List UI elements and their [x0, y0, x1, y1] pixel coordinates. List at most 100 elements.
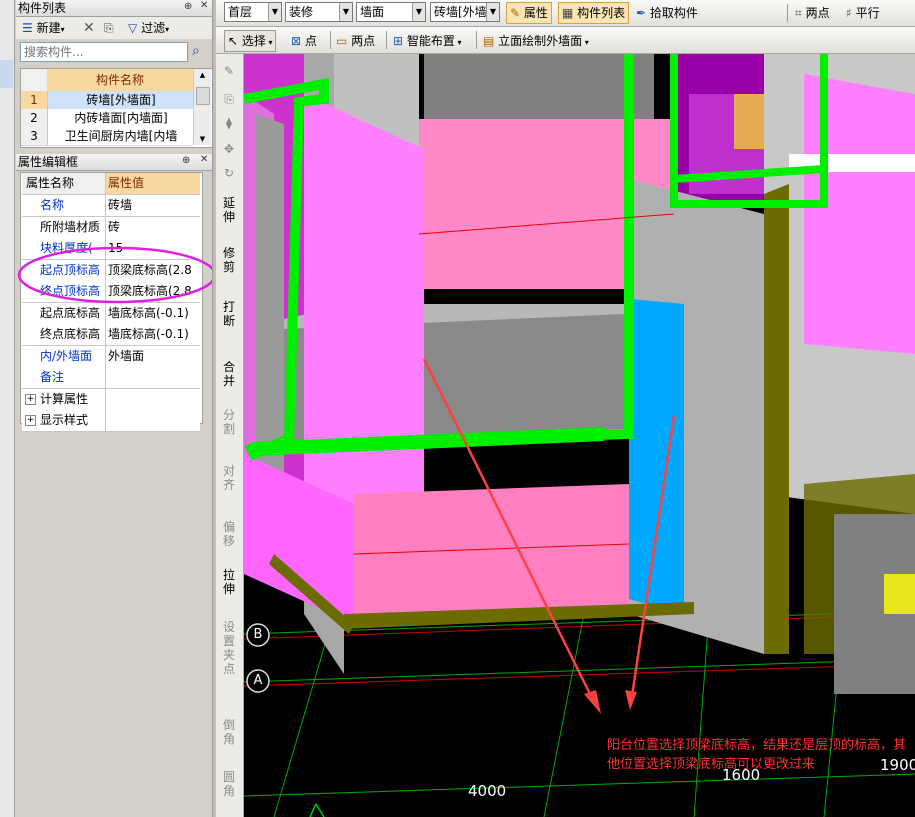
two-point2-button[interactable]: ▭ 两点	[336, 31, 375, 51]
search-icon[interactable]: ⌕	[192, 43, 200, 59]
pin-icon[interactable]: ⊕	[184, 1, 192, 12]
break-tool-button[interactable]: 打断	[220, 300, 238, 328]
annotation-text: 阳台位置选择顶梁底标高，结果还是层顶的标高，其他位置选择顶梁底标高可以更改过来	[607, 738, 907, 772]
stretch-tool-button[interactable]: 拉伸	[220, 568, 238, 596]
mirror-icon[interactable]: ⧫	[220, 116, 238, 130]
eyedropper-icon: ✒	[636, 6, 647, 20]
row-number: 1	[21, 91, 48, 109]
component-list-header-corner	[21, 69, 48, 92]
two-point-icon: ⌗	[795, 6, 802, 20]
property-name: 显示样式	[22, 410, 106, 431]
properties-button[interactable]: ✎ 属性	[506, 2, 552, 24]
viewport-3d[interactable]	[244, 54, 915, 817]
left-tree-hint	[0, 60, 13, 88]
property-value[interactable]: 砖	[106, 217, 200, 238]
parallel-icon: ♯	[846, 6, 852, 20]
property-row[interactable]: + 计算属性	[22, 388, 200, 411]
component-name: 内砖墙面[内墙面]	[74, 111, 168, 125]
copy-button[interactable]: ⎘	[104, 18, 114, 38]
wall-icon: ▭	[336, 34, 348, 48]
property-name: 内/外墙面	[22, 345, 106, 367]
component-select[interactable]: 砖墙[外墙 ▼	[430, 2, 500, 22]
list-item[interactable]: 2 内砖墙面[内墙面]	[21, 109, 193, 128]
cursor-icon: ↖	[228, 34, 239, 48]
left-edge-strip	[0, 0, 15, 817]
move-icon[interactable]: ✥	[220, 142, 238, 156]
copy-icon[interactable]: ⎘	[220, 92, 238, 106]
search-input[interactable]	[20, 42, 188, 62]
chamfer-tool-button[interactable]: 倒角	[220, 718, 238, 746]
brush-icon[interactable]: ✎	[220, 64, 238, 78]
new-button[interactable]: ☰ 新建▾	[22, 18, 65, 38]
property-name: 终点底标高	[22, 324, 106, 345]
rotate-icon[interactable]: ↻	[220, 166, 238, 180]
property-row[interactable]: 终点底标高 墙底标高(-0.1)	[22, 324, 200, 346]
category-select[interactable]: 装修 ▼	[285, 2, 353, 22]
pin-icon[interactable]: ⊕	[182, 155, 190, 166]
toolbar-separator	[787, 4, 788, 22]
property-name: 备注	[22, 367, 106, 388]
property-row[interactable]: + 显示样式	[22, 410, 200, 432]
two-point-button[interactable]: ⌗ 两点	[795, 3, 830, 23]
select-button[interactable]: ↖ 选择 ▾	[224, 30, 277, 52]
property-row[interactable]: 备注	[22, 367, 200, 389]
component-list-button[interactable]: ▦ 构件列表	[558, 2, 630, 24]
type-select[interactable]: 墙面 ▼	[356, 2, 426, 22]
component-list-title: 构件列表	[16, 0, 212, 17]
table-icon: ▦	[562, 6, 574, 20]
property-value[interactable]: 砖墙	[106, 195, 200, 216]
toolbar-separator	[386, 31, 387, 49]
list-item[interactable]: 1 砖墙[外墙面]	[21, 91, 193, 110]
list-item[interactable]: 3 卫生间厨房内墙[内墙	[21, 127, 193, 146]
filter-button[interactable]: ▽ 过滤▾	[128, 18, 169, 38]
axis-label-b: B	[253, 627, 263, 642]
highlight-ellipse	[17, 246, 217, 304]
parallel-button[interactable]: ♯ 平行	[846, 3, 880, 23]
property-grid-header: 属性名称 属性值	[22, 173, 200, 195]
property-value[interactable]	[106, 410, 200, 431]
viewport-scene	[244, 54, 915, 817]
smart-layout-button[interactable]: ⊞ 智能布置 ▾	[393, 31, 461, 51]
align-tool-button[interactable]: 对齐	[220, 464, 238, 492]
pick-component-button[interactable]: ✒ 拾取构件	[636, 3, 698, 23]
property-value[interactable]: 墙底标高(-0.1)	[106, 324, 200, 345]
row-number: 3	[21, 127, 48, 145]
property-row[interactable]: 所附墙材质砖	[22, 216, 200, 239]
property-name: 所附墙材质	[22, 216, 106, 238]
extend-tool-button[interactable]: 延伸	[220, 196, 238, 224]
property-value[interactable]	[106, 367, 200, 388]
component-list-header: 构件名称	[47, 69, 193, 92]
merge-tool-button[interactable]: 合并	[220, 360, 238, 388]
elevation-draw-button[interactable]: ▤ 立面绘制外墙面 ▾	[483, 31, 589, 51]
offset-tool-button[interactable]: 偏移	[220, 520, 238, 548]
split-tool-button[interactable]: 分割	[220, 408, 238, 436]
set-grip-tool-button[interactable]: 设置夹点	[220, 620, 238, 676]
property-row[interactable]: 名称 砖墙	[22, 195, 200, 217]
row-number: 2	[21, 109, 48, 127]
property-name: 计算属性	[22, 388, 106, 410]
point-icon: ⊠	[291, 34, 302, 48]
floor-select[interactable]: 首层 ▼	[224, 2, 282, 22]
property-value[interactable]: 外墙面	[106, 346, 200, 367]
property-name: 名称	[22, 195, 106, 216]
properties-icon: ✎	[510, 6, 521, 20]
fillet-tool-button[interactable]: 圆角	[220, 770, 238, 798]
component-name: 砖墙[外墙面]	[86, 93, 156, 107]
dimension-4000: 4000	[468, 782, 507, 800]
axis-label-a: A	[253, 673, 263, 688]
close-icon[interactable]: ✕	[200, 154, 208, 165]
list-scrollbar[interactable]: ▲ ▼	[193, 69, 211, 145]
component-name: 卫生间厨房内墙[内墙	[64, 129, 178, 143]
trim-tool-button[interactable]: 修剪	[220, 246, 238, 274]
point-button[interactable]: ⊠ 点	[291, 31, 317, 51]
filter-icon: ▽	[128, 21, 138, 35]
smart-layout-icon: ⊞	[393, 34, 404, 48]
close-icon[interactable]: ✕	[200, 0, 208, 11]
toolbar-separator	[476, 31, 477, 49]
property-row[interactable]: 内/外墙面 外墙面	[22, 345, 200, 368]
new-icon: ☰	[22, 21, 33, 35]
toolbar-separator	[330, 31, 331, 49]
property-value[interactable]	[106, 389, 200, 410]
col-value-header: 属性值	[106, 173, 200, 194]
delete-button[interactable]: ✕	[83, 18, 95, 38]
